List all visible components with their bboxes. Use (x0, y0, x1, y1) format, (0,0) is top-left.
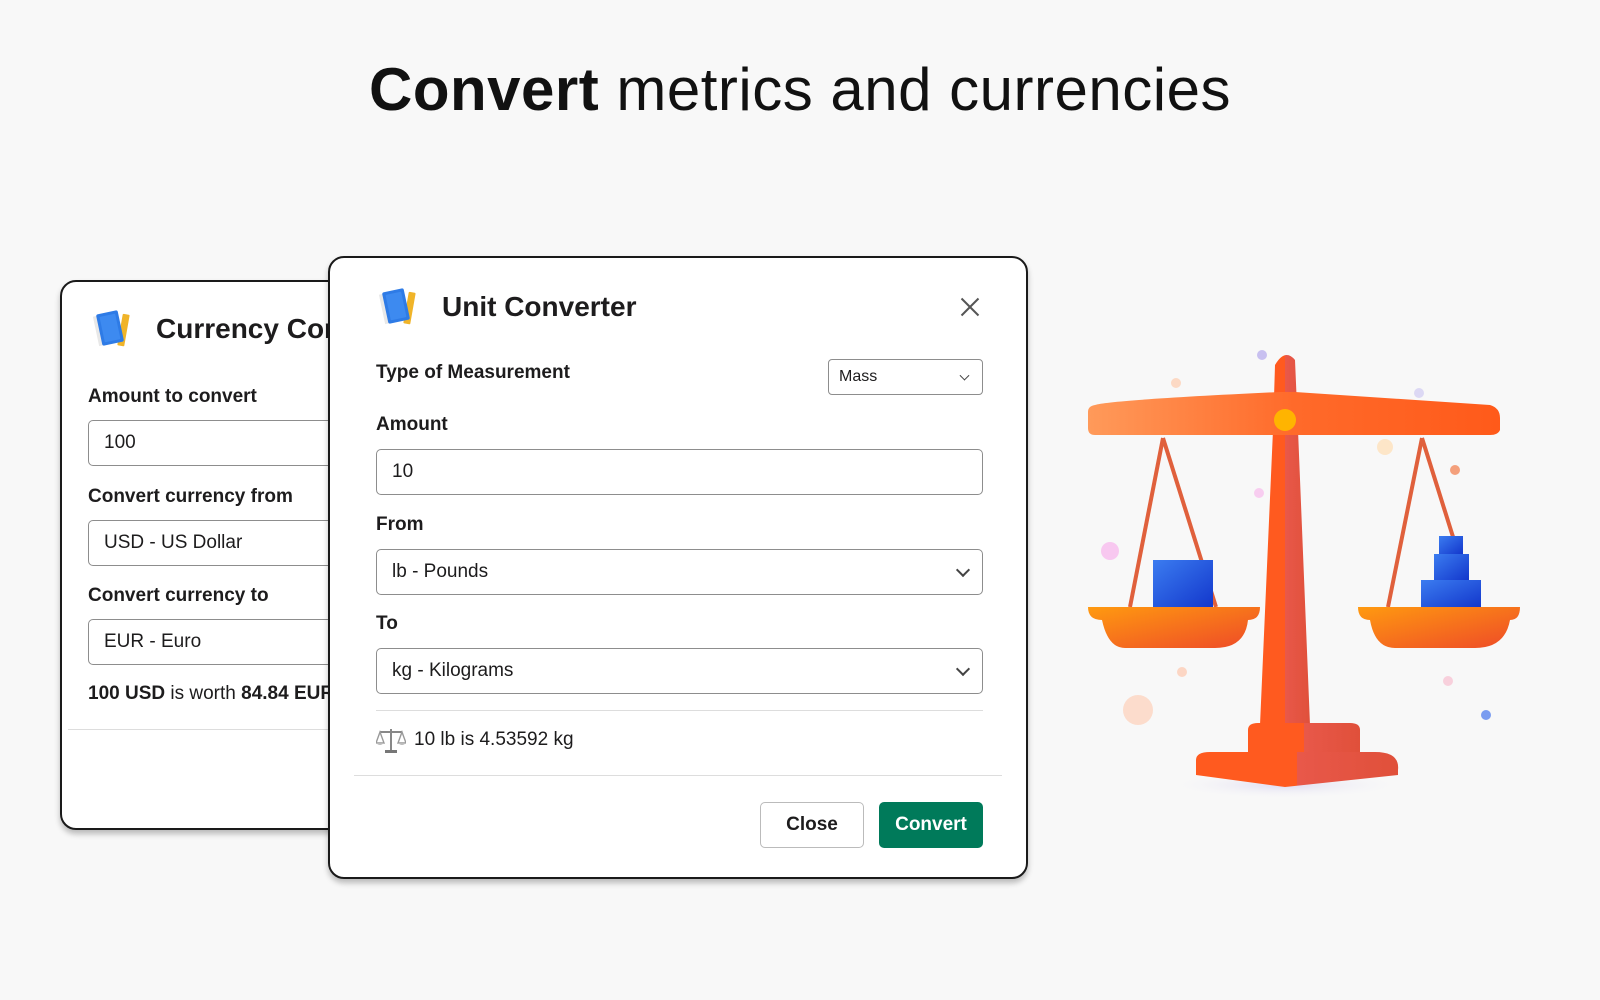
modal-title: Currency Con (156, 313, 342, 344)
amount-label: Amount to convert (88, 386, 257, 407)
amount-input-value: 100 (104, 432, 136, 453)
scale-beam (1088, 392, 1500, 435)
decor-dot (1101, 542, 1119, 560)
weight-block-left (1153, 560, 1213, 607)
weight-block-right-top (1439, 536, 1463, 554)
modal-header: Unit Converter (376, 284, 636, 330)
to-currency-value: EUR - Euro (104, 631, 202, 652)
measurement-type-label: Type of Measurement (376, 362, 570, 383)
amount-input-value: 10 (392, 461, 414, 482)
divider (376, 710, 983, 711)
beam-pivot (1274, 409, 1296, 431)
measurement-type-value: Mass (839, 368, 878, 385)
balance-scale-icon (375, 726, 407, 754)
result-converted: 84.84 EUR (241, 683, 335, 704)
chevron-down-icon (955, 661, 971, 677)
close-button[interactable]: Close (760, 802, 864, 848)
decor-dot (1414, 388, 1424, 398)
decor-dot (1257, 350, 1267, 360)
scale-base-top (1248, 723, 1360, 755)
decor-dot (1177, 667, 1187, 677)
scale-pan-left (1088, 607, 1260, 648)
weight-block-right-bottom (1421, 580, 1481, 607)
from-currency-label: Convert currency from (88, 486, 293, 507)
to-unit-select[interactable]: kg - Kilograms (376, 648, 983, 694)
scale-pan-right (1358, 607, 1520, 648)
decor-dot (1481, 710, 1491, 720)
decor-dot (1443, 676, 1453, 686)
unit-converter-modal: Unit Converter Type of Measurement Mass … (328, 256, 1028, 879)
from-unit-value: lb - Pounds (392, 561, 489, 582)
result-amount: 100 USD (88, 683, 166, 704)
from-unit-select[interactable]: lb - Pounds (376, 549, 983, 595)
convert-button[interactable]: Convert (879, 802, 983, 848)
from-unit-label: From (376, 514, 424, 535)
decor-dot (1377, 439, 1393, 455)
footer-divider (354, 775, 1002, 776)
chevron-down-icon (955, 562, 971, 578)
modal-header: Currency Con (90, 306, 341, 352)
result-middle: is worth (165, 683, 242, 704)
decor-dot (1450, 465, 1460, 475)
weight-block-right-middle (1434, 554, 1469, 580)
amount-label: Amount (376, 414, 448, 435)
result-text: 10 lb is 4.53592 kg (414, 729, 574, 750)
modal-title: Unit Converter (442, 291, 637, 322)
headline-rest: metrics and currencies (599, 56, 1231, 123)
unit-result: 10 lb is 4.53592 kg (375, 726, 574, 754)
currency-result: 100 USD is worth 84.84 EUR (88, 683, 334, 705)
decor-dot (1171, 378, 1181, 388)
decor-dot (1254, 488, 1264, 498)
page-headline: Convert metrics and currencies (0, 55, 1600, 124)
to-unit-value: kg - Kilograms (392, 660, 514, 681)
to-currency-label: Convert currency to (88, 585, 269, 606)
chevron-down-icon (959, 370, 970, 381)
book-ruler-icon (90, 306, 136, 352)
book-ruler-icon (376, 284, 422, 330)
headline-bold: Convert (369, 56, 600, 123)
to-unit-label: To (376, 613, 398, 634)
amount-input[interactable]: 10 (376, 449, 983, 495)
close-icon[interactable] (958, 295, 982, 319)
from-currency-value: USD - US Dollar (104, 532, 243, 553)
decor-dot (1123, 695, 1153, 725)
balance-scale-illustration (1070, 330, 1520, 800)
measurement-type-select[interactable]: Mass (828, 359, 983, 395)
